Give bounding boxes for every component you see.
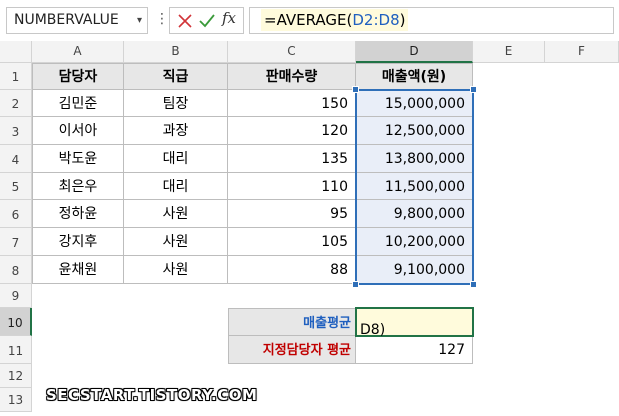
formula-bar-area: NUMBERVALUE ▾ ⋮ fx =AVERAGE(D2:D8) <box>0 0 619 41</box>
row-header-13[interactable]: 13 <box>0 388 32 412</box>
active-cell-editor[interactable]: D8) <box>355 307 474 338</box>
table-cell[interactable]: 9,800,000 <box>356 200 473 228</box>
table-cell[interactable]: 팀장 <box>124 90 228 117</box>
table-cell[interactable]: 9,100,000 <box>356 256 473 284</box>
selection-handle[interactable] <box>352 281 359 288</box>
table-cell[interactable]: 10,200,000 <box>356 228 473 256</box>
table-cell[interactable]: 사원 <box>124 200 228 228</box>
col-header-c[interactable]: C <box>228 41 356 63</box>
table-cell[interactable]: 김민준 <box>32 90 124 117</box>
header-cell-sales[interactable]: 매출액(원) <box>356 63 473 90</box>
row-header-2[interactable]: 2 <box>0 90 32 117</box>
table-cell[interactable]: 15,000,000 <box>356 90 473 117</box>
table-cell[interactable]: 13,800,000 <box>356 145 473 173</box>
worksheet-grid: A B C D E F 1 2 3 4 5 6 7 8 9 10 11 12 1… <box>0 41 619 416</box>
editing-text: D8) <box>360 322 386 338</box>
row-header-1[interactable]: 1 <box>0 63 32 90</box>
table-cell[interactable]: 대리 <box>124 145 228 173</box>
table-cell[interactable]: 12,500,000 <box>356 117 473 145</box>
header-cell-manager[interactable]: 담당자 <box>32 63 124 90</box>
table-cell[interactable]: 88 <box>228 256 356 284</box>
col-header-d[interactable]: D <box>356 41 473 63</box>
table-cell[interactable]: 11,500,000 <box>356 173 473 200</box>
chevron-down-icon[interactable]: ▾ <box>137 8 142 33</box>
row-header-9[interactable]: 9 <box>0 284 32 308</box>
formula-text: =AVERAGE(D2:D8) <box>261 9 409 31</box>
name-box[interactable]: NUMBERVALUE ▾ <box>6 7 148 34</box>
more-options-icon[interactable]: ⋮ <box>155 12 169 26</box>
enter-check-icon[interactable] <box>197 11 217 31</box>
row-header-8[interactable]: 8 <box>0 256 32 284</box>
selection-handle[interactable] <box>470 86 477 93</box>
table-cell[interactable]: 강지후 <box>32 228 124 256</box>
table-cell[interactable]: 95 <box>228 200 356 228</box>
table-cell[interactable]: 사원 <box>124 256 228 284</box>
sales-average-label[interactable]: 매출평균 <box>228 308 356 336</box>
col-header-e[interactable]: E <box>473 41 545 63</box>
designated-average-value[interactable]: 127 <box>356 336 473 364</box>
selection-handle[interactable] <box>352 86 359 93</box>
formula-buttons: fx <box>169 7 244 34</box>
insert-function-icon[interactable]: fx <box>222 9 236 27</box>
row-header-7[interactable]: 7 <box>0 228 32 256</box>
designated-average-label[interactable]: 지정담당자 평균 <box>228 336 356 364</box>
table-cell[interactable]: 대리 <box>124 173 228 200</box>
row-header-11[interactable]: 11 <box>0 336 32 364</box>
table-cell[interactable]: 135 <box>228 145 356 173</box>
table-cell[interactable]: 사원 <box>124 228 228 256</box>
row-header-4[interactable]: 4 <box>0 145 32 173</box>
table-cell[interactable]: 최은우 <box>32 173 124 200</box>
table-cell[interactable]: 윤채원 <box>32 256 124 284</box>
watermark: SECSTART.TISTORY.COM <box>46 386 258 404</box>
table-cell[interactable]: 박도윤 <box>32 145 124 173</box>
cancel-icon[interactable] <box>175 11 195 31</box>
table-cell[interactable]: 과장 <box>124 117 228 145</box>
selection-handle[interactable] <box>470 281 477 288</box>
table-cell[interactable]: 정하윤 <box>32 200 124 228</box>
name-box-value: NUMBERVALUE <box>14 12 119 28</box>
table-cell[interactable]: 110 <box>228 173 356 200</box>
row-header-5[interactable]: 5 <box>0 173 32 200</box>
col-header-f[interactable]: F <box>545 41 619 63</box>
col-header-a[interactable]: A <box>32 41 124 63</box>
table-cell[interactable]: 105 <box>228 228 356 256</box>
col-header-b[interactable]: B <box>124 41 228 63</box>
formula-input[interactable]: =AVERAGE(D2:D8) <box>249 7 614 34</box>
row-header-3[interactable]: 3 <box>0 117 32 145</box>
select-all-corner[interactable] <box>0 41 32 63</box>
header-cell-rank[interactable]: 직급 <box>124 63 228 90</box>
table-cell[interactable]: 120 <box>228 117 356 145</box>
header-cell-quantity[interactable]: 판매수량 <box>228 63 356 90</box>
row-header-10[interactable]: 10 <box>0 308 32 336</box>
row-header-12[interactable]: 12 <box>0 364 32 388</box>
row-header-6[interactable]: 6 <box>0 200 32 228</box>
table-cell[interactable]: 150 <box>228 90 356 117</box>
table-cell[interactable]: 이서아 <box>32 117 124 145</box>
